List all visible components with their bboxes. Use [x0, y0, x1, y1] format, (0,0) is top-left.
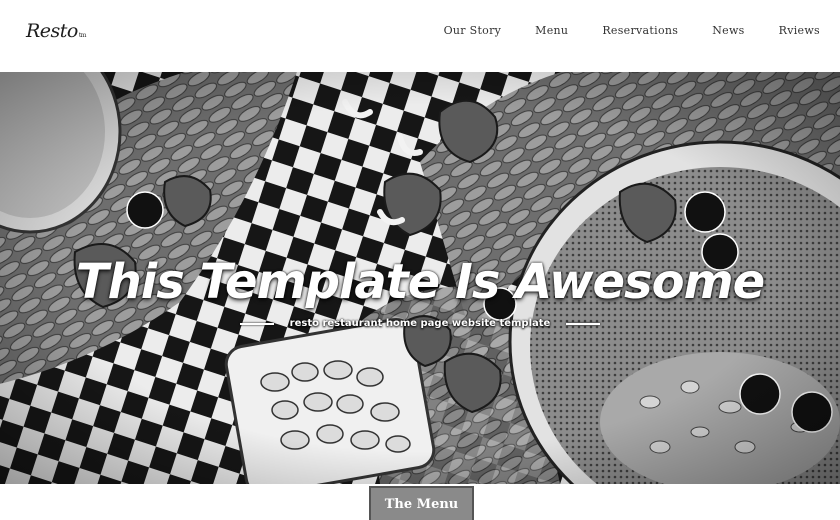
brand-name: Resto	[26, 20, 78, 42]
hero-subtitle: resto restaurant home page website templ…	[289, 318, 551, 329]
brand-logo[interactable]: Restotm	[26, 20, 86, 42]
site-header: Restotm Our Story Menu Reservations News…	[0, 0, 840, 72]
the-menu-button[interactable]: The Menu	[369, 486, 474, 520]
hero-subtitle-row: resto restaurant home page website templ…	[0, 318, 840, 329]
nav-our-story[interactable]: Our Story	[444, 24, 502, 37]
the-menu-button-label: The Menu	[384, 496, 459, 512]
nav-news[interactable]: News	[712, 24, 744, 37]
brand-tm: tm	[78, 32, 87, 39]
nav-menu[interactable]: Menu	[535, 24, 568, 37]
hero-title: This Template Is Awesome	[75, 254, 765, 311]
subtitle-divider-right	[566, 322, 601, 325]
nav-reservations[interactable]: Reservations	[602, 24, 678, 37]
nav-reviews[interactable]: Rviews	[779, 24, 820, 37]
subtitle-divider-left	[239, 322, 274, 325]
main-nav: Our Story Menu Reservations News Rviews	[410, 24, 820, 37]
hero-section: This Template Is Awesome resto restauran…	[0, 72, 840, 484]
